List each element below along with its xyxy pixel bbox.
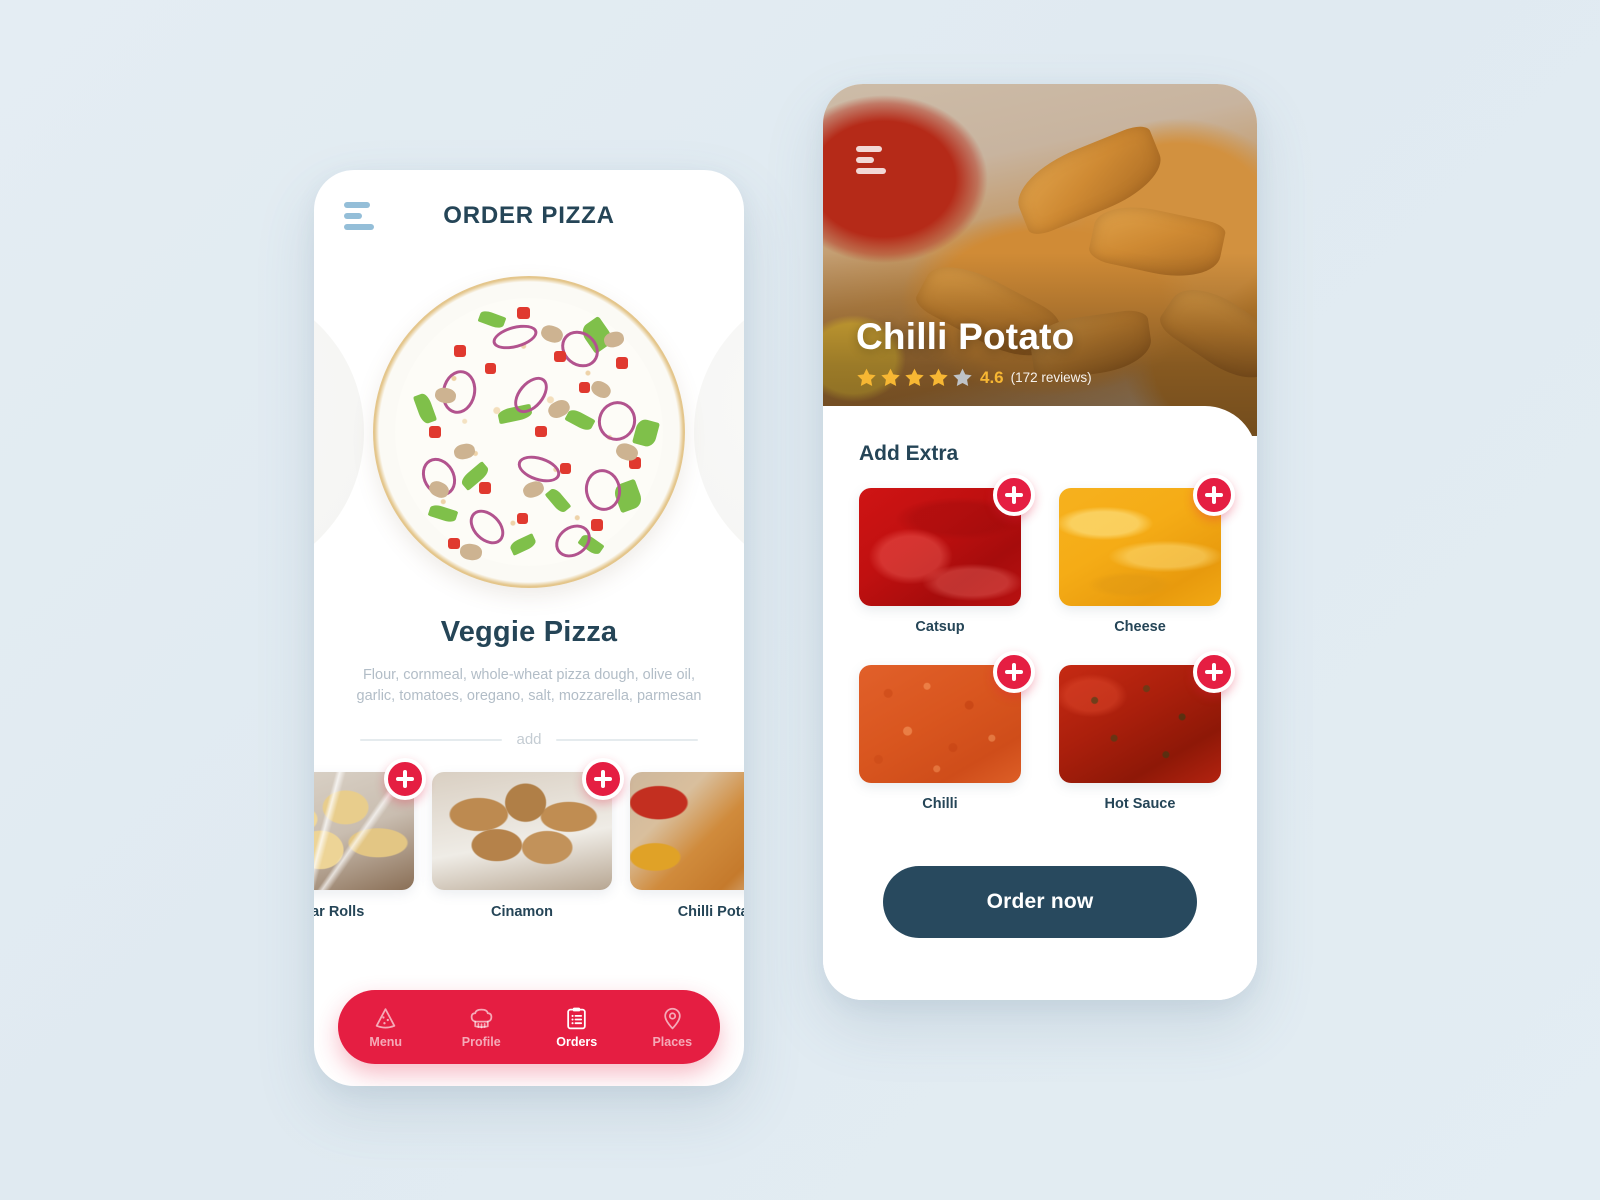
veggie-pizza-image bbox=[373, 276, 685, 588]
order-now-button[interactable]: Order now bbox=[883, 866, 1197, 938]
pizza-peek-next[interactable] bbox=[694, 282, 744, 582]
rating-reviews-count: (172 reviews) bbox=[1010, 370, 1092, 385]
plus-icon[interactable] bbox=[384, 758, 426, 801]
divider-line-right bbox=[555, 738, 698, 741]
hamburger-line bbox=[856, 168, 886, 174]
hamburger-line bbox=[344, 213, 362, 219]
extra-card-cheese[interactable]: Cheese bbox=[1059, 474, 1235, 635]
nav-item-menu[interactable]: Menu bbox=[346, 1006, 426, 1049]
hamburger-line bbox=[856, 157, 874, 163]
star-icon-filled bbox=[857, 368, 876, 386]
hamburger-line bbox=[344, 224, 374, 230]
phone-mockup-right: Chilli Potato 4.6 (172 reviews) Add Extr… bbox=[823, 84, 1257, 1000]
add-extra-panel: Add Extra Catsup Cheese Chilli Hot Sauce bbox=[823, 406, 1257, 1000]
hamburger-icon[interactable] bbox=[856, 146, 886, 174]
section-heading: Add Extra bbox=[859, 442, 959, 465]
extra-card-hot-sauce[interactable]: Hot Sauce bbox=[1059, 651, 1235, 812]
star-icon-filled bbox=[881, 368, 900, 386]
hero-image-chilli-potato: Chilli Potato 4.6 (172 reviews) bbox=[823, 84, 1257, 436]
chef-hat-icon bbox=[469, 1006, 494, 1031]
extra-label: Cheese bbox=[1114, 619, 1166, 635]
rating-score: 4.6 bbox=[980, 367, 1004, 387]
pizza-peek-previous[interactable] bbox=[314, 282, 364, 582]
nav-label: Menu bbox=[369, 1034, 403, 1049]
nav-label: Profile bbox=[461, 1034, 501, 1049]
pizza-slice-icon bbox=[373, 1006, 398, 1031]
divider-label: add bbox=[516, 731, 542, 749]
addon-label: Sugar Rolls bbox=[314, 904, 365, 921]
addon-label: Chilli Potato bbox=[677, 904, 744, 921]
hero-title-block: Chilli Potato 4.6 (172 reviews) bbox=[856, 316, 1092, 388]
extras-grid: Catsup Cheese Chilli Hot Sauce bbox=[859, 474, 1235, 812]
extra-label: Hot Sauce bbox=[1104, 796, 1176, 812]
plus-icon[interactable] bbox=[993, 651, 1035, 693]
star-icon-filled bbox=[929, 368, 948, 386]
page-title: ORDER PIZZA bbox=[443, 202, 615, 229]
hamburger-icon[interactable] bbox=[344, 202, 378, 230]
extra-label: Catsup bbox=[915, 619, 965, 635]
clipboard-icon bbox=[564, 1006, 589, 1031]
nav-label: Orders bbox=[556, 1034, 598, 1049]
product-title: Chilli Potato bbox=[856, 316, 1075, 357]
location-pin-icon bbox=[660, 1006, 685, 1031]
nav-item-orders[interactable]: Orders bbox=[537, 1006, 617, 1049]
product-description: Flour, cornmeal, whole-wheat pizza dough… bbox=[356, 667, 702, 705]
addon-label: Cinamon bbox=[490, 904, 554, 921]
extra-card-catsup[interactable]: Catsup bbox=[859, 474, 1035, 635]
addon-carousel[interactable]: Sugar Rolls Cinamon Chilli Potato bbox=[314, 758, 744, 921]
pizza-carousel-stage bbox=[314, 262, 744, 602]
plus-icon[interactable] bbox=[1193, 651, 1235, 693]
left-header: ORDER PIZZA bbox=[314, 170, 744, 262]
star-icon-filled bbox=[905, 368, 924, 386]
nav-item-places[interactable]: Places bbox=[632, 1006, 712, 1049]
addon-card-chilli-potato[interactable]: Chilli Potato bbox=[630, 772, 744, 920]
addon-card-sugar-rolls[interactable]: Sugar Rolls bbox=[314, 758, 426, 921]
hamburger-line bbox=[856, 146, 882, 152]
star-icon-empty bbox=[953, 368, 972, 386]
nav-item-profile[interactable]: Profile bbox=[441, 1006, 521, 1049]
nav-label: Places bbox=[652, 1034, 693, 1049]
plus-icon[interactable] bbox=[993, 474, 1035, 516]
star-rating bbox=[856, 367, 973, 388]
plus-icon[interactable] bbox=[1193, 474, 1235, 516]
divider-line-left bbox=[360, 738, 503, 741]
rating-row: 4.6 (172 reviews) bbox=[856, 367, 1092, 388]
hamburger-line bbox=[344, 202, 370, 208]
bottom-navigation: Menu Profile Orders Places bbox=[338, 990, 720, 1064]
addon-thumbnail bbox=[630, 772, 744, 891]
product-name: Veggie Pizza bbox=[440, 616, 618, 648]
phone-mockup-left: ORDER PIZZA Veggie Pizza Flour, cornmeal… bbox=[314, 170, 744, 1086]
extra-card-chilli[interactable]: Chilli bbox=[859, 651, 1035, 812]
addon-card-cinamon[interactable]: Cinamon bbox=[432, 758, 624, 921]
plus-icon[interactable] bbox=[582, 758, 624, 801]
add-divider: add bbox=[360, 731, 698, 748]
extra-label: Chilli bbox=[922, 796, 958, 812]
